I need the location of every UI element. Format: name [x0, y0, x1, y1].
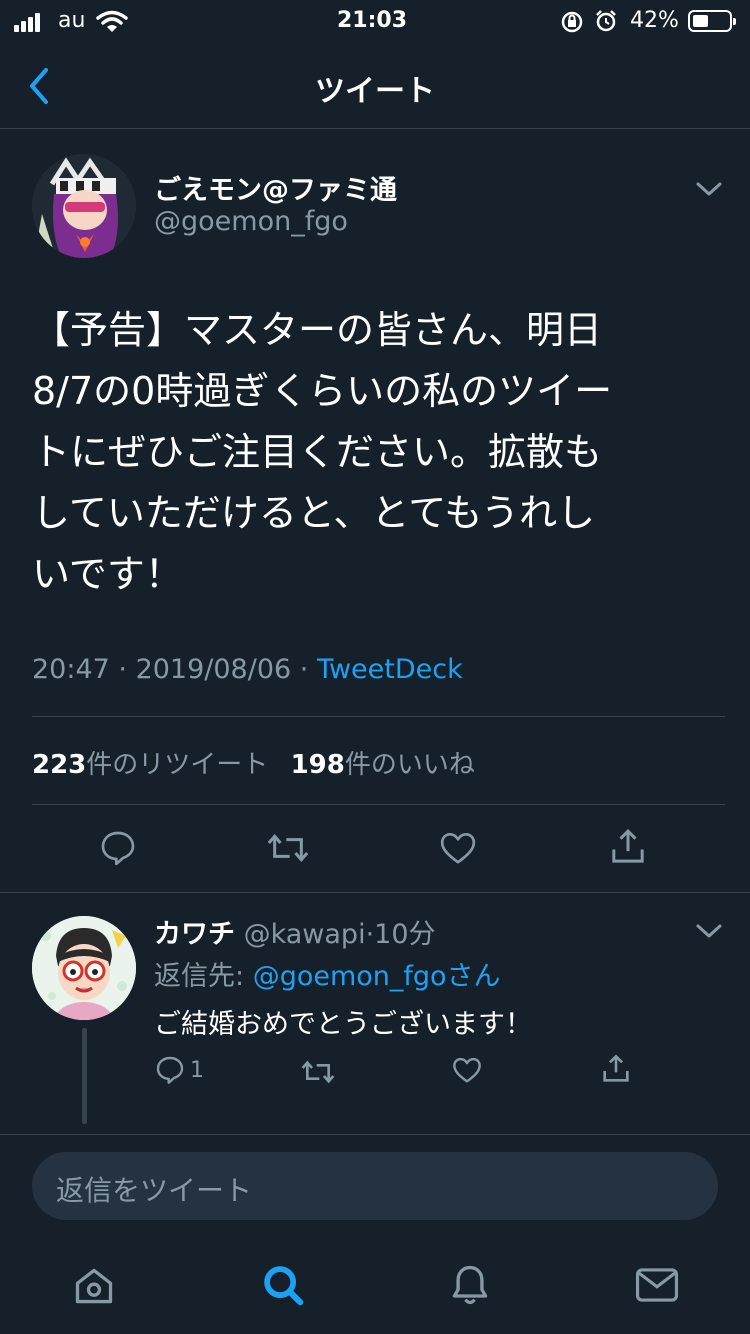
- tweet-text: 【予告】マスターの皆さん、明日 8/7の0時過ぎくらいの私のツイー トにぜひご注…: [32, 300, 722, 605]
- signal-icon: [14, 12, 48, 32]
- reply-time: 10分: [374, 919, 436, 950]
- divider: [32, 716, 725, 717]
- retweet-label: 件のリツイート: [86, 750, 269, 780]
- divider: [0, 892, 750, 893]
- status-bar: au 21:03 42%: [0, 0, 750, 44]
- battery-icon: [688, 10, 736, 32]
- author-handle[interactable]: @goemon_fgo: [154, 206, 348, 237]
- tweet-source-link[interactable]: TweetDeck: [317, 654, 463, 685]
- tweet-text-line: トにぜひご注目ください。拡散も: [32, 430, 603, 474]
- retweet-count: 223: [32, 750, 87, 780]
- tweet-text-line: いです！: [32, 552, 183, 596]
- tweet-date: 2019/08/06: [135, 654, 292, 685]
- like-icon[interactable]: [438, 828, 478, 868]
- reply-input-placeholder: 返信をツイート: [56, 1174, 253, 1207]
- divider: [0, 128, 750, 129]
- separator-dot: ·: [109, 654, 136, 685]
- author-name[interactable]: ごえモン@ファミ通: [154, 168, 397, 207]
- chevron-down-icon[interactable]: [694, 176, 724, 200]
- separator-dot: ·: [291, 654, 317, 685]
- search-icon[interactable]: [260, 1262, 306, 1308]
- reply-share-icon[interactable]: [600, 1052, 632, 1086]
- nav-header: ツイート: [0, 44, 750, 128]
- reply-like-icon[interactable]: [451, 1054, 483, 1086]
- reply-chevron-down-icon[interactable]: [694, 918, 724, 942]
- reply-avatar-image: [32, 916, 136, 1020]
- share-icon[interactable]: [608, 826, 648, 868]
- like-count: 198: [290, 750, 345, 780]
- tweet-text-line: 8/7の0時過ぎくらいの私のツイー: [32, 369, 613, 413]
- reply-reply-icon[interactable]: [154, 1054, 186, 1086]
- replying-to-label: 返信先:: [154, 961, 253, 992]
- reply-icon[interactable]: [98, 828, 138, 868]
- alarm-icon: [596, 10, 616, 32]
- reply-author-name[interactable]: カワチ: [154, 919, 235, 950]
- divider: [32, 804, 725, 805]
- retweet-icon[interactable]: [266, 828, 310, 868]
- reply-author-handle[interactable]: @kawapi: [244, 919, 366, 950]
- clock: 21:03: [337, 8, 408, 33]
- like-label: 件のいいね: [344, 750, 475, 780]
- divider: [0, 1134, 750, 1135]
- notifications-icon[interactable]: [448, 1262, 492, 1308]
- reply-reply-count: 1: [190, 1058, 204, 1083]
- likes-stat[interactable]: 198件のいいね: [291, 750, 475, 780]
- tweet-time: 20:47: [32, 654, 110, 685]
- battery-percent: 42%: [630, 8, 679, 33]
- reply-header: カワチ @kawapi·10分: [154, 912, 436, 951]
- reply-retweet-icon[interactable]: [300, 1056, 336, 1088]
- messages-icon[interactable]: [634, 1264, 680, 1306]
- reply-author-avatar[interactable]: [32, 916, 136, 1020]
- home-icon[interactable]: [72, 1264, 116, 1308]
- wifi-icon: [96, 10, 128, 32]
- replying-to-handle-link[interactable]: @goemon_fgoさん: [253, 961, 501, 992]
- orientation-lock-icon: [561, 11, 583, 33]
- thread-line: [82, 1028, 87, 1124]
- tweet-text-line: していただけると、とてもうれし: [32, 491, 596, 535]
- tweet-meta: 20:47 · 2019/08/06 · TweetDeck: [32, 654, 463, 685]
- separator-dot: ·: [365, 919, 375, 950]
- author-avatar-image: [32, 154, 136, 258]
- retweets-stat[interactable]: 223件のリツイート: [32, 750, 268, 780]
- carrier-label: au: [58, 8, 86, 33]
- author-avatar[interactable]: [32, 154, 136, 258]
- tweet-text-line: 【予告】マスターの皆さん、明日: [32, 308, 603, 352]
- reply-text: ご結婚おめでとうございます！: [154, 1009, 532, 1040]
- replying-to: 返信先: @goemon_fgoさん: [154, 954, 501, 993]
- page-title: ツイート: [315, 74, 435, 109]
- reply-input[interactable]: 返信をツイート: [32, 1152, 718, 1220]
- tweet-stats: 223件のリツイート 198件のいいね: [32, 744, 475, 781]
